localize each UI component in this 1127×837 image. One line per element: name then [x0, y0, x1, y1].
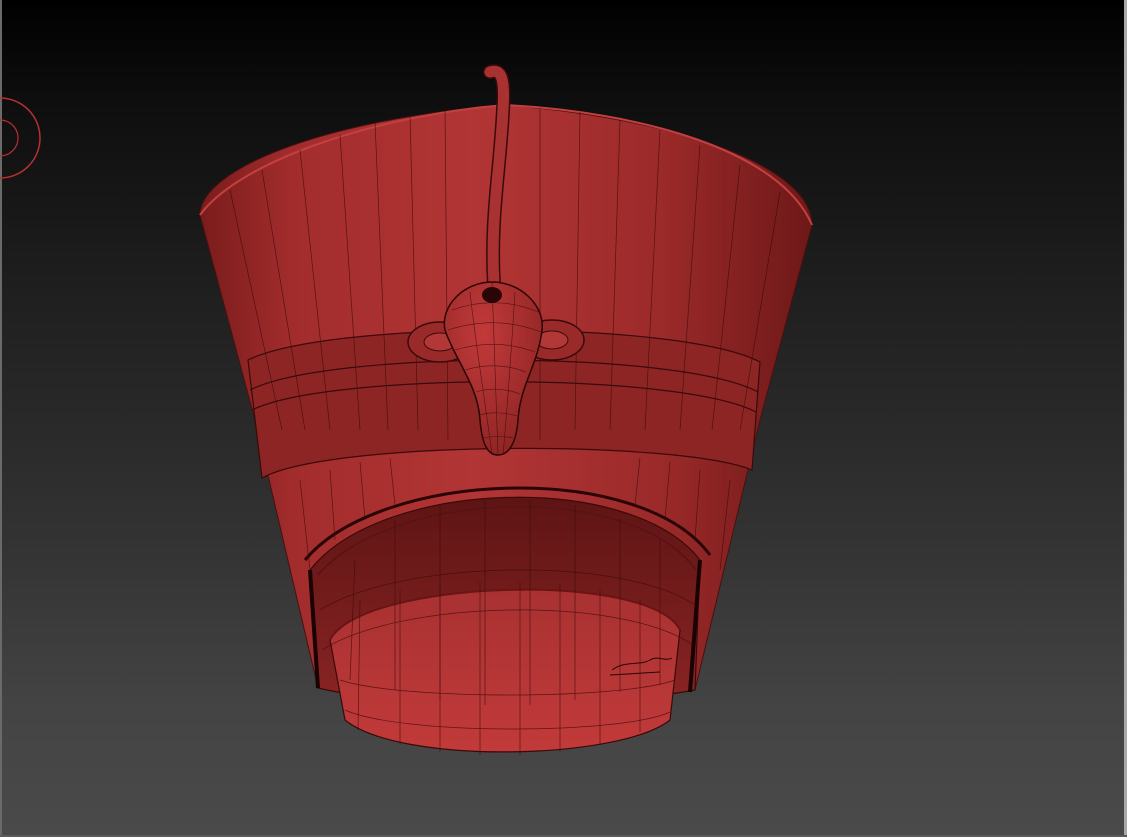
rotate-gizmo-icon[interactable] — [0, 97, 41, 179]
model-canvas[interactable] — [0, 0, 1127, 837]
3d-viewport[interactable] — [0, 0, 1127, 837]
